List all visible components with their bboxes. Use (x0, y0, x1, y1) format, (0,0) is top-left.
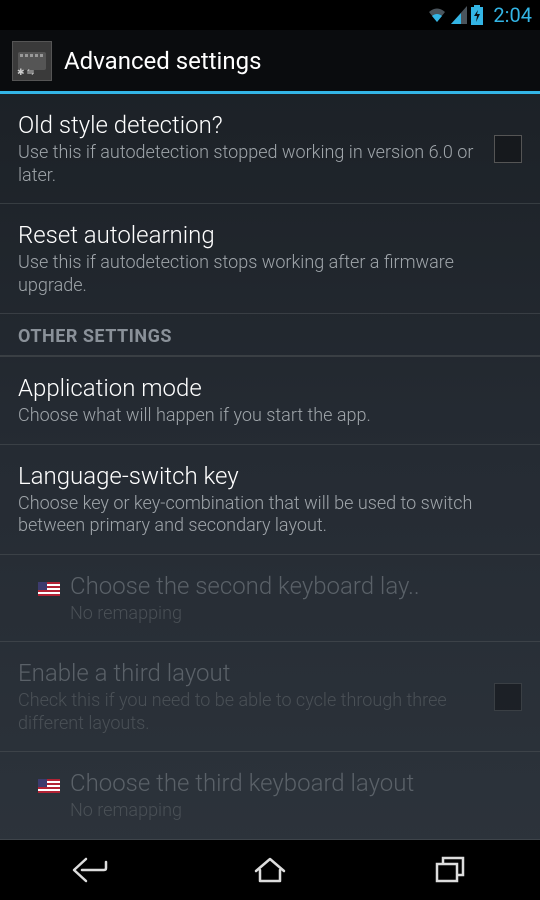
action-bar: ✱ ⇋ Advanced settings (0, 30, 540, 94)
back-button[interactable] (40, 846, 140, 894)
category-other-settings: OTHER SETTINGS (0, 314, 540, 357)
application-mode-item[interactable]: Application mode Choose what will happen… (0, 357, 540, 445)
recents-button[interactable] (400, 846, 500, 894)
item-summary: Use this if autodetection stops working … (18, 252, 522, 297)
battery-icon (471, 5, 483, 25)
checkbox (494, 683, 522, 711)
reset-autolearning-item[interactable]: Reset autolearning Use this if autodetec… (0, 204, 540, 314)
item-title: Enable a third layout (18, 658, 478, 688)
third-keyboard-layout-item: Choose the third keyboard layout No rema… (0, 752, 540, 840)
language-switch-key-item[interactable]: Language-switch key Choose key or key-co… (0, 445, 540, 555)
wifi-icon (427, 6, 447, 24)
enable-third-layout-item: Enable a third layout Check this if you … (0, 642, 540, 752)
item-summary: No remapping (70, 800, 522, 823)
signal-icon (451, 6, 467, 24)
status-bar: 2:04 (0, 0, 540, 30)
item-title: Application mode (18, 373, 522, 403)
clock: 2:04 (493, 3, 532, 27)
item-summary: Check this if you need to be able to cyc… (18, 690, 478, 735)
item-summary: Choose what will happen if you start the… (18, 405, 522, 428)
item-summary: Choose key or key-combination that will … (18, 493, 522, 538)
item-summary: No remapping (70, 603, 522, 626)
item-title: Choose the second keyboard lay.. (70, 571, 522, 601)
page-title: Advanced settings (64, 47, 262, 75)
app-icon: ✱ ⇋ (12, 41, 52, 81)
us-flag-icon (38, 778, 60, 792)
item-title: Old style detection? (18, 110, 478, 140)
old-style-detection-item[interactable]: Old style detection? Use this if autodet… (0, 94, 540, 204)
settings-list: Old style detection? Use this if autodet… (0, 94, 540, 840)
us-flag-icon (38, 581, 60, 595)
item-title: Reset autolearning (18, 220, 522, 250)
navigation-bar (0, 840, 540, 900)
item-summary: Use this if autodetection stopped workin… (18, 142, 478, 187)
item-title: Language-switch key (18, 461, 522, 491)
checkbox[interactable] (494, 135, 522, 163)
home-button[interactable] (220, 846, 320, 894)
item-title: Choose the third keyboard layout (70, 768, 522, 798)
second-keyboard-layout-item: Choose the second keyboard lay.. No rema… (0, 555, 540, 643)
